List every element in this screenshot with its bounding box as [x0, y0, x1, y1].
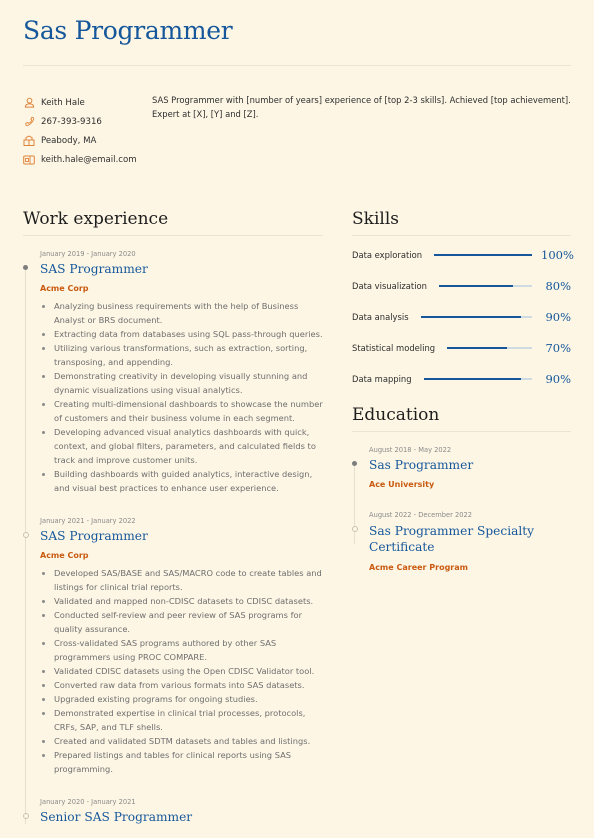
job-bullet: Analyzing business requirements with the… — [54, 299, 323, 327]
job-bullet: Demonstrated expertise in clinical trial… — [54, 706, 323, 734]
job-entry: January 2019 - January 2020 SAS Programm… — [23, 250, 323, 495]
job-company: Acme Corp — [40, 551, 89, 560]
job-role: SAS Programmer — [40, 529, 148, 543]
skill-bar — [434, 253, 532, 256]
job-bullets: Developed SAS/BASE and SAS/MACRO code to… — [40, 566, 323, 776]
skill-bar-fill — [420, 315, 521, 318]
email-icon — [23, 154, 35, 166]
job-date: January 2021 - January 2022 — [40, 517, 136, 525]
job-bullet: Prepared listings and tables for clinica… — [54, 748, 323, 776]
education-timeline: August 2018 - May 2022 Sas Programmer Ac… — [352, 446, 571, 572]
skill-value: 90% — [545, 371, 571, 386]
job-company: Acme Corp — [40, 284, 89, 293]
education-divider — [352, 431, 571, 432]
skill-bar-fill — [434, 253, 532, 256]
skill-bar — [420, 315, 532, 318]
education-heading: Education — [352, 405, 440, 425]
job-bullet: Created and validated SDTM datasets and … — [54, 734, 323, 748]
skill-bar-fill — [423, 377, 522, 380]
skill-row: Data mapping 90% — [352, 363, 571, 394]
skill-bar — [447, 346, 532, 349]
contact-phone-text: 267-393-9316 — [41, 116, 102, 127]
job-bullet: Converted raw data from various formats … — [54, 678, 323, 692]
education-degree: Sas Programmer — [369, 458, 474, 472]
skill-value: 100% — [541, 247, 574, 262]
skills-section: Skills Data exploration 100% Data visual… — [352, 209, 574, 394]
education-degree: Sas Programmer Specialty Certificate — [369, 524, 535, 554]
contact-email[interactable]: keith.hale@email.com — [23, 150, 137, 169]
job-entry: January 2020 - January 2021 Senior SAS P… — [23, 798, 323, 824]
job-bullet: Developing advanced visual analytics das… — [54, 425, 323, 467]
timeline-dot-hollow-icon — [23, 532, 29, 538]
skill-name: Data visualization — [352, 280, 427, 291]
contact-phone: 267-393-9316 — [23, 112, 137, 131]
education-date: August 2018 - May 2022 — [369, 446, 452, 454]
skill-bar — [423, 377, 532, 380]
job-bullet: Validated and mapped non-CDISC datasets … — [54, 594, 323, 608]
page-title: Sas Programmer — [23, 16, 233, 45]
job-bullet: Extracting data from databases using SQL… — [54, 327, 323, 341]
job-entry: January 2021 - January 2022 SAS Programm… — [23, 517, 323, 776]
education-date: August 2022 - December 2022 — [369, 511, 473, 519]
skill-value: 80% — [545, 278, 571, 293]
timeline-dot-hollow-icon — [23, 813, 29, 819]
education-entry: August 2018 - May 2022 Sas Programmer Ac… — [352, 446, 571, 489]
contact-info: Keith Hale 267-393-9316 Peabody, MA keit… — [23, 93, 137, 169]
education-school: Acme Career Program — [369, 563, 468, 572]
skills-divider — [352, 235, 571, 236]
skill-row: Statistical modeling 70% — [352, 332, 571, 363]
skill-name: Statistical modeling — [352, 342, 436, 353]
skill-value: 90% — [545, 309, 571, 324]
job-role: Senior SAS Programmer — [40, 810, 193, 824]
education-school: Ace University — [369, 480, 435, 489]
contact-name: Keith Hale — [23, 93, 137, 112]
work-divider — [23, 235, 323, 236]
education-entry: August 2022 - December 2022 Sas Programm… — [352, 511, 571, 572]
work-timeline: January 2019 - January 2020 SAS Programm… — [23, 250, 323, 824]
skill-row: Data exploration 100% — [352, 239, 574, 270]
job-bullets: Analyzing business requirements with the… — [40, 299, 323, 495]
job-bullet: Developed SAS/BASE and SAS/MACRO code to… — [54, 566, 323, 594]
skills-list: Data exploration 100% Data visualization… — [352, 239, 574, 394]
job-date: January 2020 - January 2021 — [40, 798, 136, 806]
timeline-dot-hollow-icon — [352, 526, 358, 532]
job-date: January 2019 - January 2020 — [40, 250, 136, 258]
timeline-dot-filled-icon — [23, 265, 28, 270]
skill-value: 70% — [545, 340, 571, 355]
skill-bar-fill — [438, 284, 514, 287]
skill-row: Data visualization 80% — [352, 270, 571, 301]
contact-name-text: Keith Hale — [41, 97, 85, 108]
contact-location-text: Peabody, MA — [41, 135, 97, 146]
contact-location: Peabody, MA — [23, 131, 137, 150]
job-bullet: Building dashboards with guided analytic… — [54, 467, 323, 495]
skill-name: Data exploration — [352, 249, 423, 260]
skills-heading: Skills — [352, 209, 399, 229]
job-bullet: Creating multi-dimensional dashboards to… — [54, 397, 323, 425]
job-bullet: Validated CDISC datasets using the Open … — [54, 664, 323, 678]
job-bullet: Conducted self-review and peer review of… — [54, 608, 323, 636]
job-bullet: Demonstrating creativity in developing v… — [54, 369, 323, 397]
phone-icon — [23, 116, 35, 128]
education-section: Education August 2018 - May 2022 Sas Pro… — [352, 405, 571, 572]
job-bullet: Utilizing various transformations, such … — [54, 341, 323, 369]
work-experience-heading: Work experience — [23, 209, 169, 229]
job-bullet: Upgraded existing programs for ongoing s… — [54, 692, 323, 706]
skill-name: Data mapping — [352, 373, 412, 384]
profile-summary: SAS Programmer with [number of years] ex… — [152, 95, 571, 119]
skill-name: Data analysis — [352, 311, 409, 322]
work-experience-section: Work experience January 2019 - January 2… — [23, 209, 323, 824]
contact-email-text[interactable]: keith.hale@email.com — [41, 155, 137, 165]
location-icon — [23, 135, 35, 147]
skill-bar-fill — [447, 346, 507, 349]
job-role: SAS Programmer — [40, 262, 148, 276]
job-bullet: Cross-validated SAS programs authored by… — [54, 636, 323, 664]
user-icon — [23, 97, 35, 109]
skill-bar — [438, 284, 532, 287]
timeline-dot-filled-icon — [352, 461, 357, 466]
header-divider — [23, 65, 571, 66]
skill-row: Data analysis 90% — [352, 301, 571, 332]
